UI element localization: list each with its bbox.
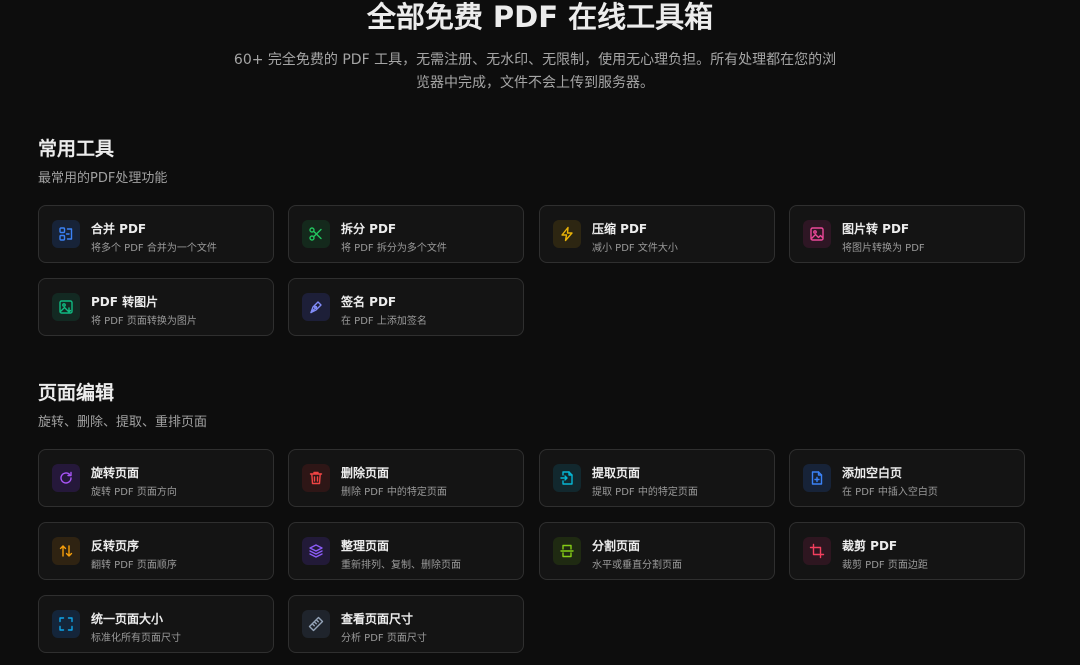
tool-desc: 提取 PDF 中的特定页面 bbox=[592, 487, 698, 498]
subtitle-line-2: 览器中完成，文件不会上传到服务器。 bbox=[416, 75, 654, 91]
expand-icon bbox=[52, 610, 80, 638]
tool-desc: 重新排列、复制、删除页面 bbox=[341, 560, 461, 571]
section-desc-page-edit: 旋转、删除、提取、重排页面 bbox=[38, 415, 208, 430]
tool-name: 合并 PDF bbox=[91, 222, 147, 236]
merge-icon bbox=[52, 220, 80, 248]
file-plus-icon bbox=[803, 464, 831, 492]
lightning-icon bbox=[553, 220, 581, 248]
pen-icon bbox=[302, 293, 330, 321]
section-title-common: 常用工具 bbox=[38, 138, 115, 160]
tool-name: 添加空白页 bbox=[842, 466, 903, 480]
tool-name: 图片转 PDF bbox=[842, 222, 910, 236]
tool-name: 旋转页面 bbox=[91, 466, 140, 480]
tool-card-organize-pages[interactable]: 整理页面 重新排列、复制、删除页面 bbox=[288, 522, 524, 580]
tool-desc: 裁剪 PDF 页面边距 bbox=[842, 560, 928, 571]
tool-card-add-blank-page[interactable]: 添加空白页 在 PDF 中插入空白页 bbox=[789, 449, 1025, 507]
tool-name: PDF 转图片 bbox=[91, 295, 159, 309]
tool-card-crop-pdf[interactable]: 裁剪 PDF 裁剪 PDF 页面边距 bbox=[789, 522, 1025, 580]
scissors-icon bbox=[302, 220, 330, 248]
page-title: 全部免费 PDF 在线工具箱 bbox=[366, 0, 714, 34]
tool-desc: 将 PDF 拆分为多个文件 bbox=[341, 243, 447, 254]
tool-card-rotate-pages[interactable]: 旋转页面 旋转 PDF 页面方向 bbox=[38, 449, 274, 507]
tool-desc: 减小 PDF 文件大小 bbox=[592, 243, 678, 254]
tool-desc: 分析 PDF 页面尺寸 bbox=[341, 633, 427, 644]
tool-card-extract-pages[interactable]: 提取页面 提取 PDF 中的特定页面 bbox=[539, 449, 775, 507]
tool-desc: 将多个 PDF 合并为一个文件 bbox=[91, 243, 217, 254]
section-desc-common: 最常用的PDF处理功能 bbox=[38, 171, 168, 186]
tool-name: 分割页面 bbox=[592, 539, 641, 553]
tool-card-pdf-to-image[interactable]: PDF 转图片 将 PDF 页面转换为图片 bbox=[38, 278, 274, 336]
tool-name: 压缩 PDF bbox=[592, 222, 648, 236]
tool-name: 统一页面大小 bbox=[91, 612, 164, 626]
trash-icon bbox=[302, 464, 330, 492]
tool-name: 裁剪 PDF bbox=[842, 539, 898, 553]
crop-icon bbox=[803, 537, 831, 565]
tool-desc: 标准化所有页面尺寸 bbox=[91, 633, 181, 644]
file-export-icon bbox=[553, 464, 581, 492]
tool-card-compress-pdf[interactable]: 压缩 PDF 减小 PDF 文件大小 bbox=[539, 205, 775, 263]
tool-name: 提取页面 bbox=[592, 466, 641, 480]
layers-icon bbox=[302, 537, 330, 565]
rotate-icon bbox=[52, 464, 80, 492]
tool-desc: 翻转 PDF 页面顺序 bbox=[91, 560, 177, 571]
split-page-icon bbox=[553, 537, 581, 565]
tool-card-sign-pdf[interactable]: 签名 PDF 在 PDF 上添加签名 bbox=[288, 278, 524, 336]
tool-card-split-pages[interactable]: 分割页面 水平或垂直分割页面 bbox=[539, 522, 775, 580]
tool-name: 查看页面尺寸 bbox=[341, 612, 414, 626]
section-title-page-edit: 页面编辑 bbox=[38, 382, 115, 404]
reverse-order-icon bbox=[52, 537, 80, 565]
page-subtitle: 60+ 完全免费的 PDF 工具，无需注册、无水印、无限制，使用无心理负担。所有… bbox=[215, 49, 855, 95]
tool-desc: 将图片转换为 PDF bbox=[842, 243, 925, 254]
tool-card-delete-pages[interactable]: 删除页面 删除 PDF 中的特定页面 bbox=[288, 449, 524, 507]
tool-card-image-to-pdf[interactable]: 图片转 PDF 将图片转换为 PDF bbox=[789, 205, 1025, 263]
tool-desc: 将 PDF 页面转换为图片 bbox=[91, 316, 197, 327]
tool-card-reverse-pages[interactable]: 反转页序 翻转 PDF 页面顺序 bbox=[38, 522, 274, 580]
tool-card-split-pdf[interactable]: 拆分 PDF 将 PDF 拆分为多个文件 bbox=[288, 205, 524, 263]
ruler-icon bbox=[302, 610, 330, 638]
tool-desc: 在 PDF 中插入空白页 bbox=[842, 487, 938, 498]
tool-name: 整理页面 bbox=[341, 539, 390, 553]
tool-name: 删除页面 bbox=[341, 466, 390, 480]
tool-name: 签名 PDF bbox=[341, 295, 397, 309]
tool-desc: 水平或垂直分割页面 bbox=[592, 560, 682, 571]
subtitle-line-1: 60+ 完全免费的 PDF 工具，无需注册、无水印、无限制，使用无心理负担。所有… bbox=[233, 52, 837, 68]
tool-name: 反转页序 bbox=[91, 539, 140, 553]
tool-desc: 在 PDF 上添加签名 bbox=[341, 316, 427, 327]
image-icon bbox=[803, 220, 831, 248]
tool-card-page-dimensions[interactable]: 查看页面尺寸 分析 PDF 页面尺寸 bbox=[288, 595, 524, 653]
tool-desc: 删除 PDF 中的特定页面 bbox=[341, 487, 447, 498]
tool-card-merge-pdf[interactable]: 合并 PDF 将多个 PDF 合并为一个文件 bbox=[38, 205, 274, 263]
tool-card-normalize-page-size[interactable]: 统一页面大小 标准化所有页面尺寸 bbox=[38, 595, 274, 653]
tool-desc: 旋转 PDF 页面方向 bbox=[91, 487, 177, 498]
tool-name: 拆分 PDF bbox=[341, 222, 397, 236]
image-export-icon bbox=[52, 293, 80, 321]
